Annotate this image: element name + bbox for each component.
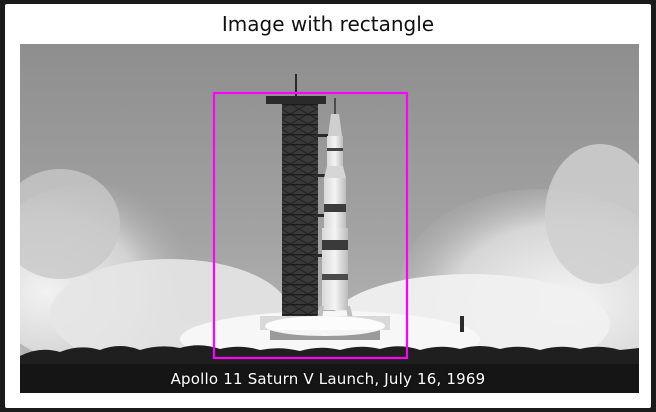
launch-platform: [260, 316, 390, 340]
launch-photo: [20, 44, 639, 393]
figure-title: Image with rectangle: [221, 12, 435, 36]
figure-panel: Image with rectangle Apollo 11 Saturn V …: [5, 4, 651, 408]
photo-caption: Apollo 11 Saturn V Launch, July 16, 1969: [170, 370, 486, 388]
